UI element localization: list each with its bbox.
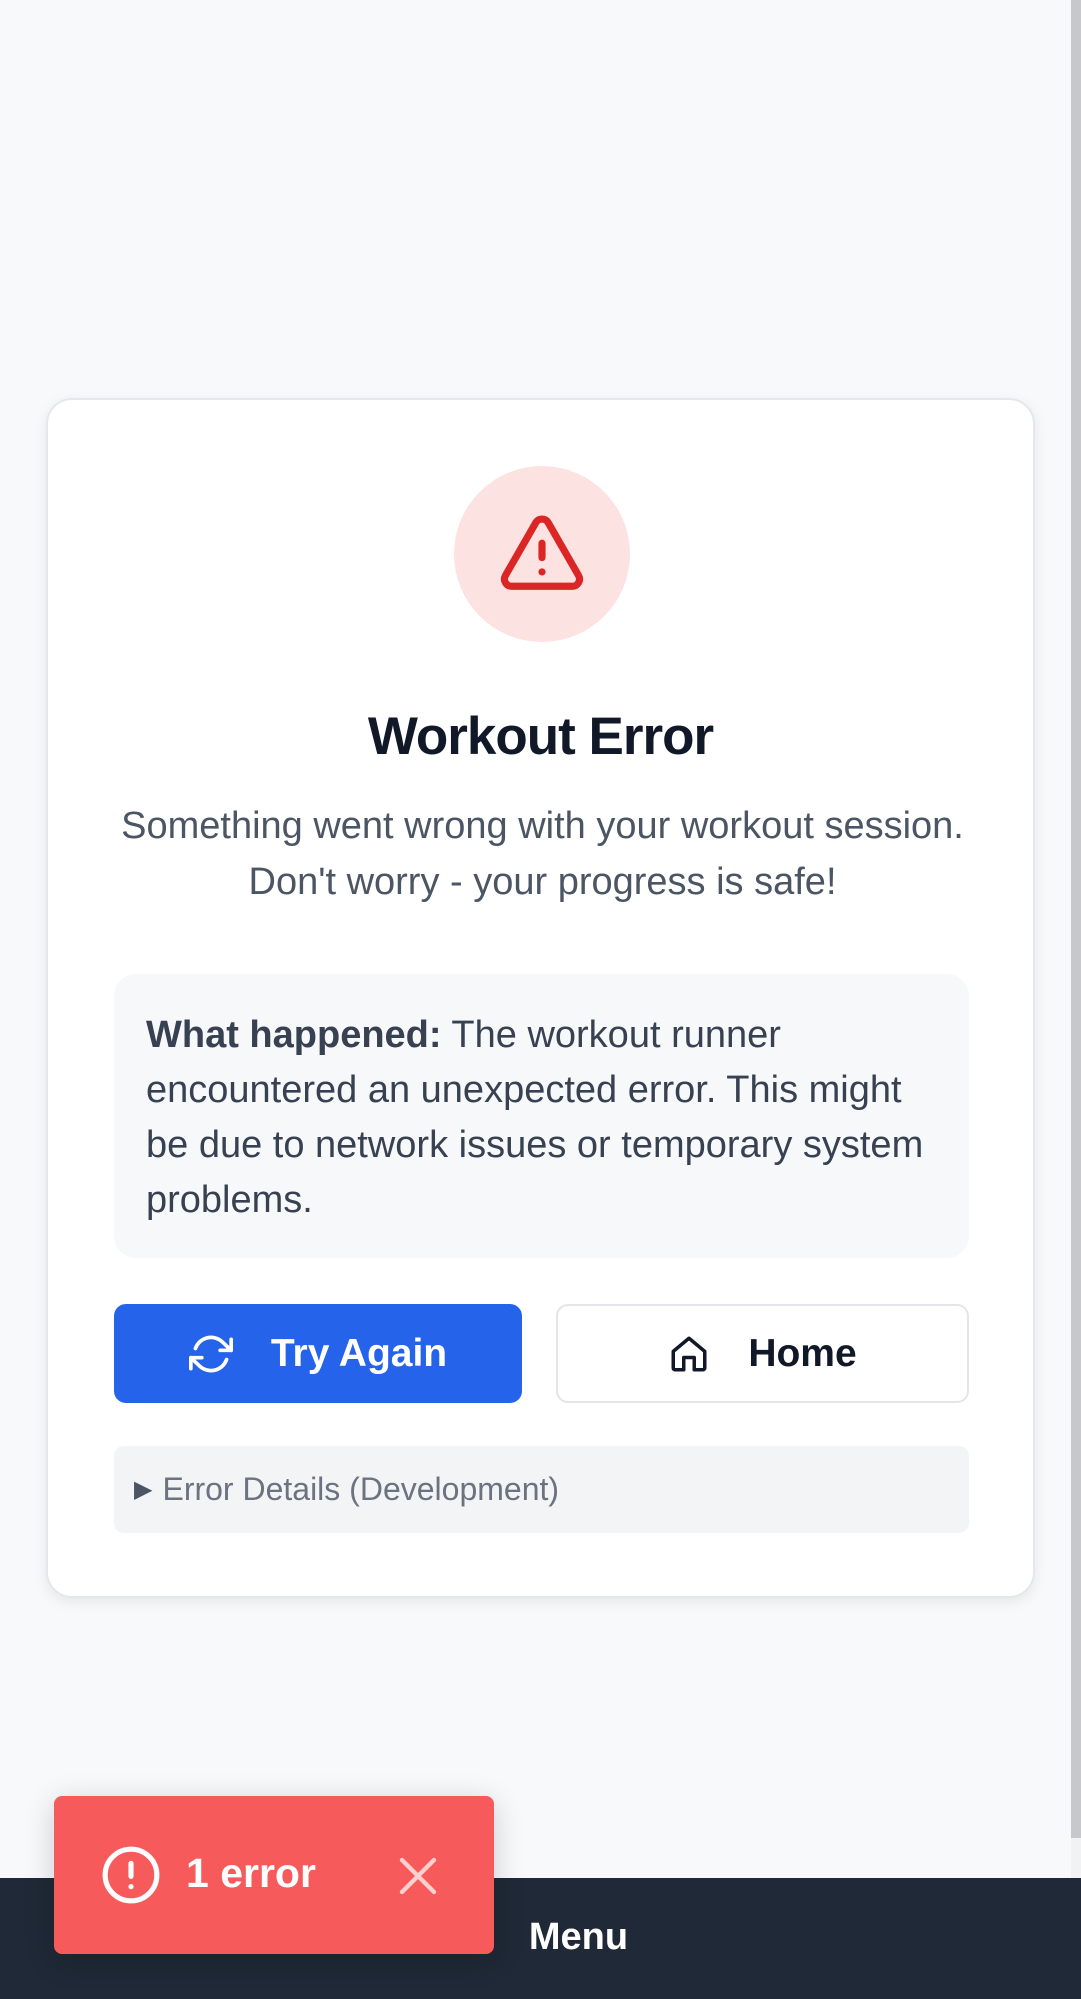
- page-title: Workout Error: [367, 707, 714, 766]
- alert-circle-icon: [102, 1846, 160, 1904]
- alert-triangle-icon: [500, 515, 584, 590]
- toast-text: 1 error: [186, 1850, 316, 1896]
- alert-icon-circle: [454, 466, 630, 642]
- close-icon[interactable]: [394, 1852, 442, 1900]
- error-details-toggle[interactable]: ▶ Error Details (Development): [114, 1446, 969, 1533]
- caret-right-icon: ▶: [134, 1476, 153, 1503]
- info-label: What happened:: [146, 1014, 442, 1056]
- refresh-icon: [188, 1332, 233, 1376]
- error-subtitle: Something went wrong with your workout s…: [121, 805, 964, 903]
- home-button[interactable]: Home: [556, 1304, 969, 1403]
- home-icon: [668, 1333, 710, 1375]
- try-again-label: Try Again: [270, 1331, 448, 1375]
- scrollbar-thumb[interactable]: [1071, 0, 1081, 1838]
- error-info-box: What happened: The workout runner encoun…: [114, 974, 969, 1258]
- home-label: Home: [748, 1331, 857, 1375]
- error-details-label: Error Details (Development): [162, 1471, 560, 1507]
- error-toast[interactable]: 1 error: [54, 1796, 494, 1954]
- error-card: Workout Error Something went wrong with …: [46, 398, 1035, 1598]
- try-again-button[interactable]: Try Again: [114, 1304, 522, 1403]
